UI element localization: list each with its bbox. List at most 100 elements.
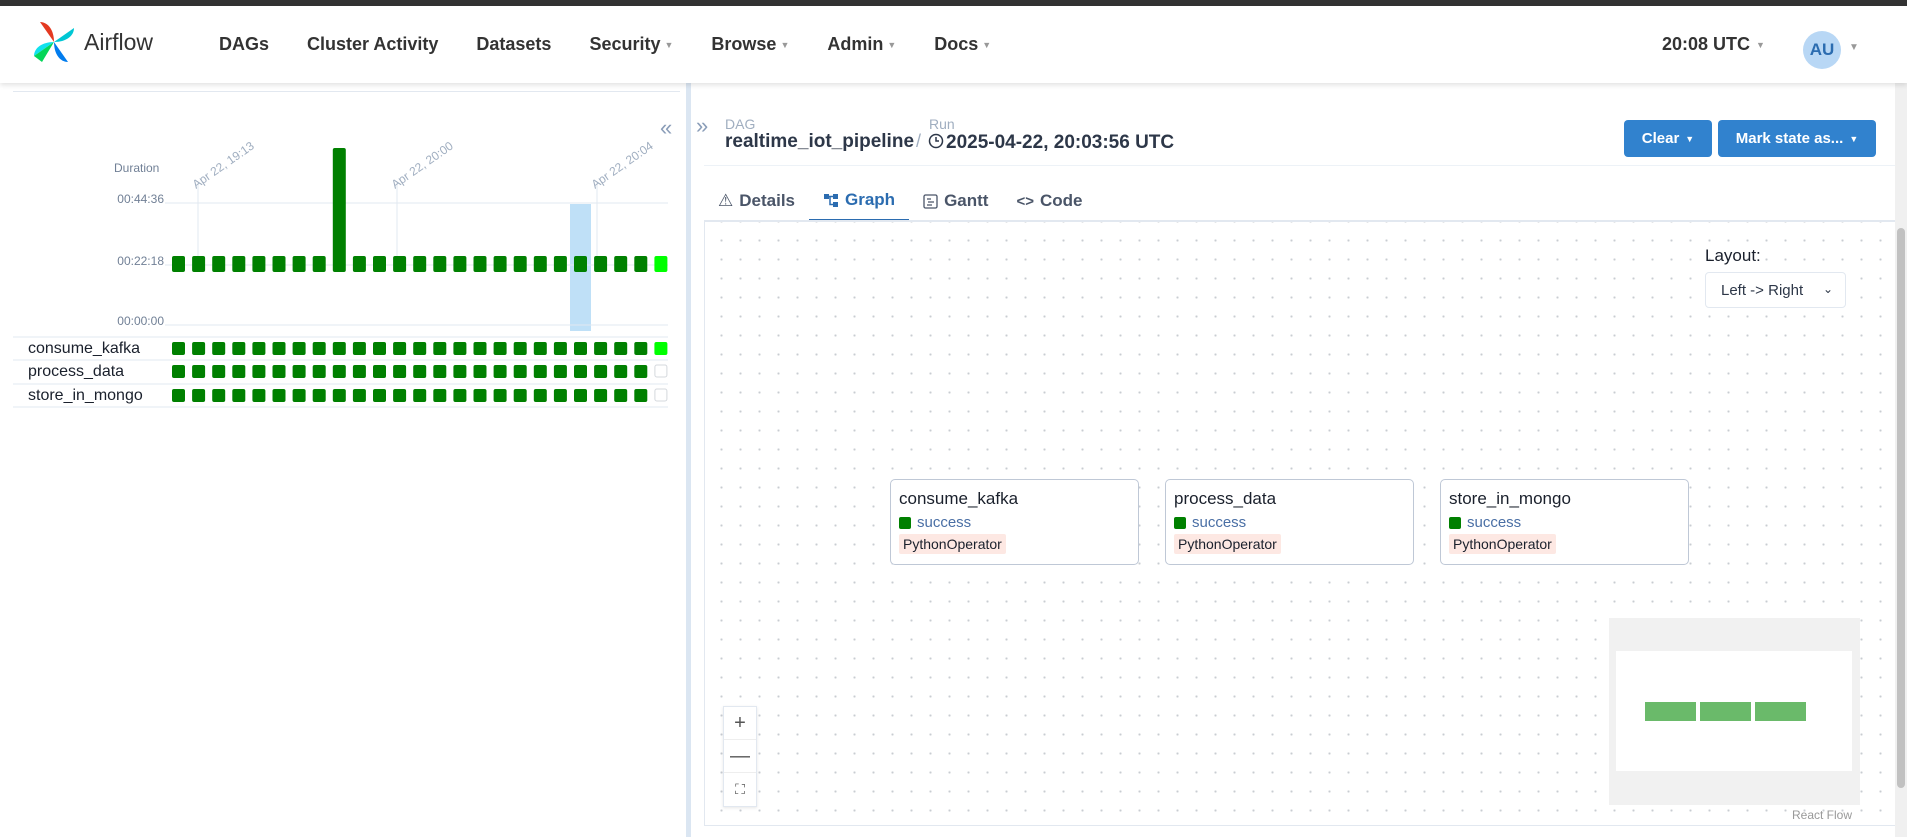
- run-duration-bar[interactable]: [413, 256, 427, 272]
- task-instance-square[interactable]: [373, 342, 386, 355]
- task-instance-square[interactable]: [634, 342, 648, 355]
- task-instance-square[interactable]: [634, 365, 648, 378]
- task-row-label[interactable]: store_in_mongo: [28, 387, 143, 404]
- task-node-consume-kafka[interactable]: consume_kafka success PythonOperator: [890, 479, 1139, 565]
- clear-button[interactable]: Clear ▼: [1624, 120, 1712, 157]
- run-duration-bar[interactable]: [232, 256, 246, 272]
- minimap[interactable]: [1609, 618, 1860, 805]
- run-duration-bar[interactable]: [493, 256, 507, 272]
- task-instance-square[interactable]: [393, 365, 407, 378]
- task-instance-square[interactable]: [232, 389, 246, 402]
- run-duration-bar[interactable]: [513, 256, 527, 272]
- task-instance-square[interactable]: [232, 365, 246, 378]
- task-instance-square[interactable]: [433, 342, 447, 355]
- nav-item-docs[interactable]: Docs ▼: [915, 34, 1010, 55]
- zoom-in-button[interactable]: +: [724, 707, 756, 740]
- nav-item-security[interactable]: Security ▼: [570, 34, 692, 55]
- task-instance-square[interactable]: [433, 365, 447, 378]
- run-duration-bar[interactable]: [192, 256, 206, 272]
- task-instance-square[interactable]: [352, 389, 366, 402]
- tab-gantt[interactable]: Gantt: [909, 181, 1002, 221]
- task-instance-square[interactable]: [413, 389, 427, 402]
- mark-state-button[interactable]: Mark state as... ▼: [1718, 120, 1876, 157]
- run-duration-bar[interactable]: [212, 256, 226, 272]
- task-instance-square[interactable]: [212, 365, 226, 378]
- task-instance-square[interactable]: [594, 365, 608, 378]
- task-node-store-in-mongo[interactable]: store_in_mongo success PythonOperator: [1440, 479, 1689, 565]
- run-duration-bar[interactable]: [473, 256, 487, 272]
- task-instance-square[interactable]: [172, 365, 185, 378]
- task-instance-square[interactable]: [413, 365, 427, 378]
- task-instance-square[interactable]: [272, 389, 286, 402]
- nav-item-datasets[interactable]: Datasets: [457, 34, 570, 55]
- task-instance-square[interactable]: [553, 342, 567, 355]
- task-instance-square[interactable]: [393, 342, 407, 355]
- task-instance-square[interactable]: [634, 389, 648, 402]
- task-instance-square[interactable]: [453, 389, 467, 402]
- task-instance-square[interactable]: [574, 342, 587, 355]
- react-flow-attribution[interactable]: React Flow: [1792, 808, 1852, 822]
- tab-graph[interactable]: Graph: [809, 181, 910, 221]
- fit-view-button[interactable]: ⛶: [724, 773, 756, 806]
- expand-grid-icon[interactable]: »: [696, 113, 708, 139]
- run-duration-bar[interactable]: [332, 148, 346, 272]
- task-instance-square[interactable]: [493, 342, 507, 355]
- graph-canvas[interactable]: Layout: Left -> Right ⌄ consume_kafka su…: [704, 222, 1898, 826]
- task-instance-square[interactable]: [533, 365, 547, 378]
- task-instance-square[interactable]: [172, 342, 185, 355]
- task-instance-square[interactable]: [533, 389, 547, 402]
- task-row-label[interactable]: process_data: [28, 363, 124, 380]
- task-instance-square[interactable]: [594, 389, 608, 402]
- task-instance-square[interactable]: [393, 389, 407, 402]
- task-instance-square[interactable]: [252, 389, 266, 402]
- task-instance-square[interactable]: [252, 365, 266, 378]
- run-duration-bar[interactable]: [533, 256, 547, 272]
- task-instance-square[interactable]: [292, 389, 306, 402]
- task-instance-square[interactable]: [352, 365, 366, 378]
- task-instance-square[interactable]: [654, 342, 668, 355]
- task-instance-square[interactable]: [272, 365, 286, 378]
- task-instance-square[interactable]: [332, 389, 346, 402]
- task-instance-square[interactable]: [212, 389, 226, 402]
- task-instance-square[interactable]: [553, 365, 567, 378]
- run-duration-bar[interactable]: [172, 256, 185, 272]
- run-duration-bar[interactable]: [453, 256, 467, 272]
- task-instance-square[interactable]: [172, 389, 185, 402]
- breadcrumb-dag-id[interactable]: realtime_iot_pipeline: [725, 131, 914, 153]
- task-instance-square[interactable]: [473, 342, 487, 355]
- nav-item-dags[interactable]: DAGs: [200, 34, 288, 55]
- task-instance-square[interactable]: [312, 365, 326, 378]
- task-instance-square[interactable]: [413, 342, 427, 355]
- task-instance-square[interactable]: [373, 389, 386, 402]
- task-instance-square[interactable]: [453, 365, 467, 378]
- task-instance-square[interactable]: [614, 342, 628, 355]
- run-duration-bar[interactable]: [292, 256, 306, 272]
- task-instance-square[interactable]: [473, 365, 487, 378]
- task-instance-square[interactable]: [252, 342, 266, 355]
- user-avatar[interactable]: AU: [1803, 31, 1841, 69]
- run-duration-bar[interactable]: [594, 256, 608, 272]
- task-instance-square[interactable]: [574, 365, 587, 378]
- run-duration-bar[interactable]: [634, 256, 648, 272]
- scrollbar-thumb[interactable]: [1897, 228, 1905, 788]
- task-instance-square[interactable]: [533, 342, 547, 355]
- task-instance-square[interactable]: [433, 389, 447, 402]
- run-duration-bar[interactable]: [272, 256, 286, 272]
- task-instance-square[interactable]: [292, 365, 306, 378]
- task-instance-square[interactable]: [332, 365, 346, 378]
- task-instance-square[interactable]: [192, 365, 206, 378]
- run-duration-bar[interactable]: [553, 256, 567, 272]
- pane-resizer[interactable]: [686, 83, 691, 837]
- task-instance-square[interactable]: [513, 342, 527, 355]
- task-instance-square[interactable]: [574, 389, 587, 402]
- task-instance-square[interactable]: [192, 342, 206, 355]
- tab-code[interactable]: <> Code: [1002, 181, 1096, 221]
- task-instance-square[interactable]: [513, 389, 527, 402]
- run-duration-bar[interactable]: [654, 256, 668, 272]
- task-instance-square[interactable]: [594, 342, 608, 355]
- task-instance-square[interactable]: [553, 389, 567, 402]
- run-duration-bar[interactable]: [433, 256, 447, 272]
- task-instance-square[interactable]: [614, 389, 628, 402]
- task-instance-square[interactable]: [212, 342, 226, 355]
- chevron-down-icon[interactable]: ▼: [1849, 42, 1859, 53]
